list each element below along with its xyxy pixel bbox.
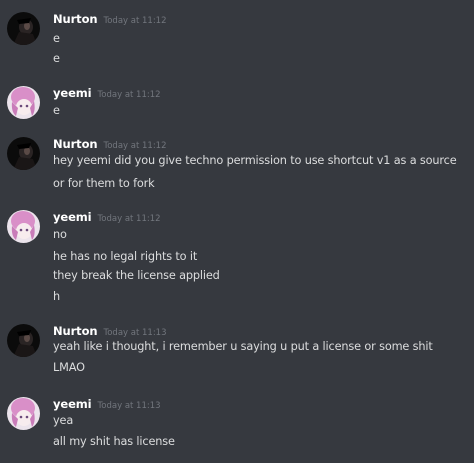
nurton-avatar[interactable] xyxy=(7,12,40,45)
message-text: LMAO xyxy=(53,361,85,374)
message-header: yeemi Today at 11:12 xyxy=(53,210,161,228)
message-header: Nurton Today at 11:12 xyxy=(53,137,167,155)
message-text: they break the license applied xyxy=(53,269,220,282)
message-text: e xyxy=(53,104,60,117)
timestamp: Today at 11:12 xyxy=(103,141,167,151)
yeemi-avatar[interactable] xyxy=(7,86,40,119)
username[interactable]: yeemi xyxy=(53,210,92,224)
username[interactable]: Nurton xyxy=(53,324,98,338)
message-text: e xyxy=(53,32,60,45)
message-header: yeemi Today at 11:12 xyxy=(53,86,161,104)
message-text: e xyxy=(53,52,60,65)
timestamp: Today at 11:13 xyxy=(103,328,167,338)
message-text: yea xyxy=(53,414,74,427)
message-header: Nurton Today at 11:12 xyxy=(53,12,167,30)
message-text: he has no legal rights to it xyxy=(53,250,198,263)
yeemi-avatar[interactable] xyxy=(7,397,40,430)
message-text: all my shit has license xyxy=(53,435,175,448)
nurton-avatar[interactable] xyxy=(7,324,40,357)
chat-message-list: Nurton Today at 11:12 e e yeemi Today at… xyxy=(0,0,474,463)
message-text: hey yeemi did you give techno permission… xyxy=(53,154,457,167)
username[interactable]: Nurton xyxy=(53,137,98,151)
message-text: no xyxy=(53,228,67,241)
message-text: or for them to fork xyxy=(53,177,155,190)
username[interactable]: yeemi xyxy=(53,86,92,100)
message-header: yeemi Today at 11:13 xyxy=(53,397,161,415)
message-text: yeah like i thought, i remember u saying… xyxy=(53,340,433,353)
username[interactable]: Nurton xyxy=(53,12,98,26)
yeemi-avatar[interactable] xyxy=(7,210,40,243)
message-text: h xyxy=(53,290,61,303)
timestamp: Today at 11:12 xyxy=(103,16,167,26)
timestamp: Today at 11:12 xyxy=(97,214,161,224)
timestamp: Today at 11:12 xyxy=(97,90,161,100)
timestamp: Today at 11:13 xyxy=(97,401,161,411)
username[interactable]: yeemi xyxy=(53,397,92,411)
nurton-avatar[interactable] xyxy=(7,137,40,170)
